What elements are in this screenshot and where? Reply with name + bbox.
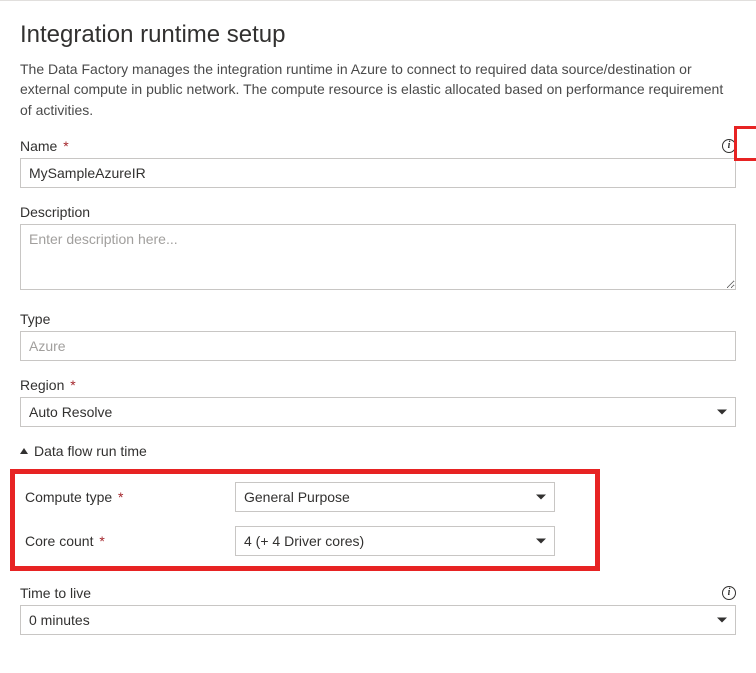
compute-type-select-value: General Purpose <box>244 489 350 505</box>
description-input[interactable] <box>20 224 736 290</box>
description-field: Description <box>20 204 736 295</box>
info-icon[interactable]: i <box>722 139 736 153</box>
ttl-select[interactable]: 0 minutes <box>20 605 736 635</box>
compute-type-select[interactable]: General Purpose <box>235 482 555 512</box>
type-field: Type Azure <box>20 311 736 361</box>
integration-runtime-setup-panel: Integration runtime setup The Data Facto… <box>0 0 756 657</box>
type-label: Type <box>20 311 50 327</box>
chevron-down-icon <box>717 617 727 622</box>
info-icon[interactable]: i <box>722 586 736 600</box>
dataflow-section-toggle[interactable]: Data flow run time <box>20 443 736 459</box>
triangle-up-icon <box>20 448 28 454</box>
region-select-value: Auto Resolve <box>29 404 112 420</box>
name-label: Name * <box>20 138 69 154</box>
compute-type-label: Compute type <box>25 489 112 505</box>
name-field: Name * i <box>20 138 736 188</box>
page-intro: The Data Factory manages the integration… <box>20 59 736 120</box>
ttl-label: Time to live <box>20 585 91 601</box>
highlight-annotation <box>734 126 756 161</box>
region-field: Region * Auto Resolve <box>20 377 736 427</box>
chevron-down-icon <box>717 409 727 414</box>
core-count-select[interactable]: 4 (+ 4 Driver cores) <box>235 526 555 556</box>
core-count-label: Core count <box>25 533 93 549</box>
chevron-down-icon <box>536 538 546 543</box>
dataflow-section-label: Data flow run time <box>34 443 147 459</box>
name-input[interactable] <box>20 158 736 188</box>
highlight-annotation: Compute type * General Purpose Core coun… <box>10 469 600 571</box>
ttl-field: Time to live i 0 minutes <box>20 585 736 635</box>
core-count-select-value: 4 (+ 4 Driver cores) <box>244 533 364 549</box>
ttl-select-value: 0 minutes <box>29 612 90 628</box>
type-input: Azure <box>20 331 736 361</box>
core-count-field: Core count * 4 (+ 4 Driver cores) <box>15 526 585 556</box>
region-select[interactable]: Auto Resolve <box>20 397 736 427</box>
region-label: Region * <box>20 377 76 393</box>
compute-type-field: Compute type * General Purpose <box>15 482 585 512</box>
description-label: Description <box>20 204 90 220</box>
chevron-down-icon <box>536 494 546 499</box>
page-title: Integration runtime setup <box>20 21 736 49</box>
